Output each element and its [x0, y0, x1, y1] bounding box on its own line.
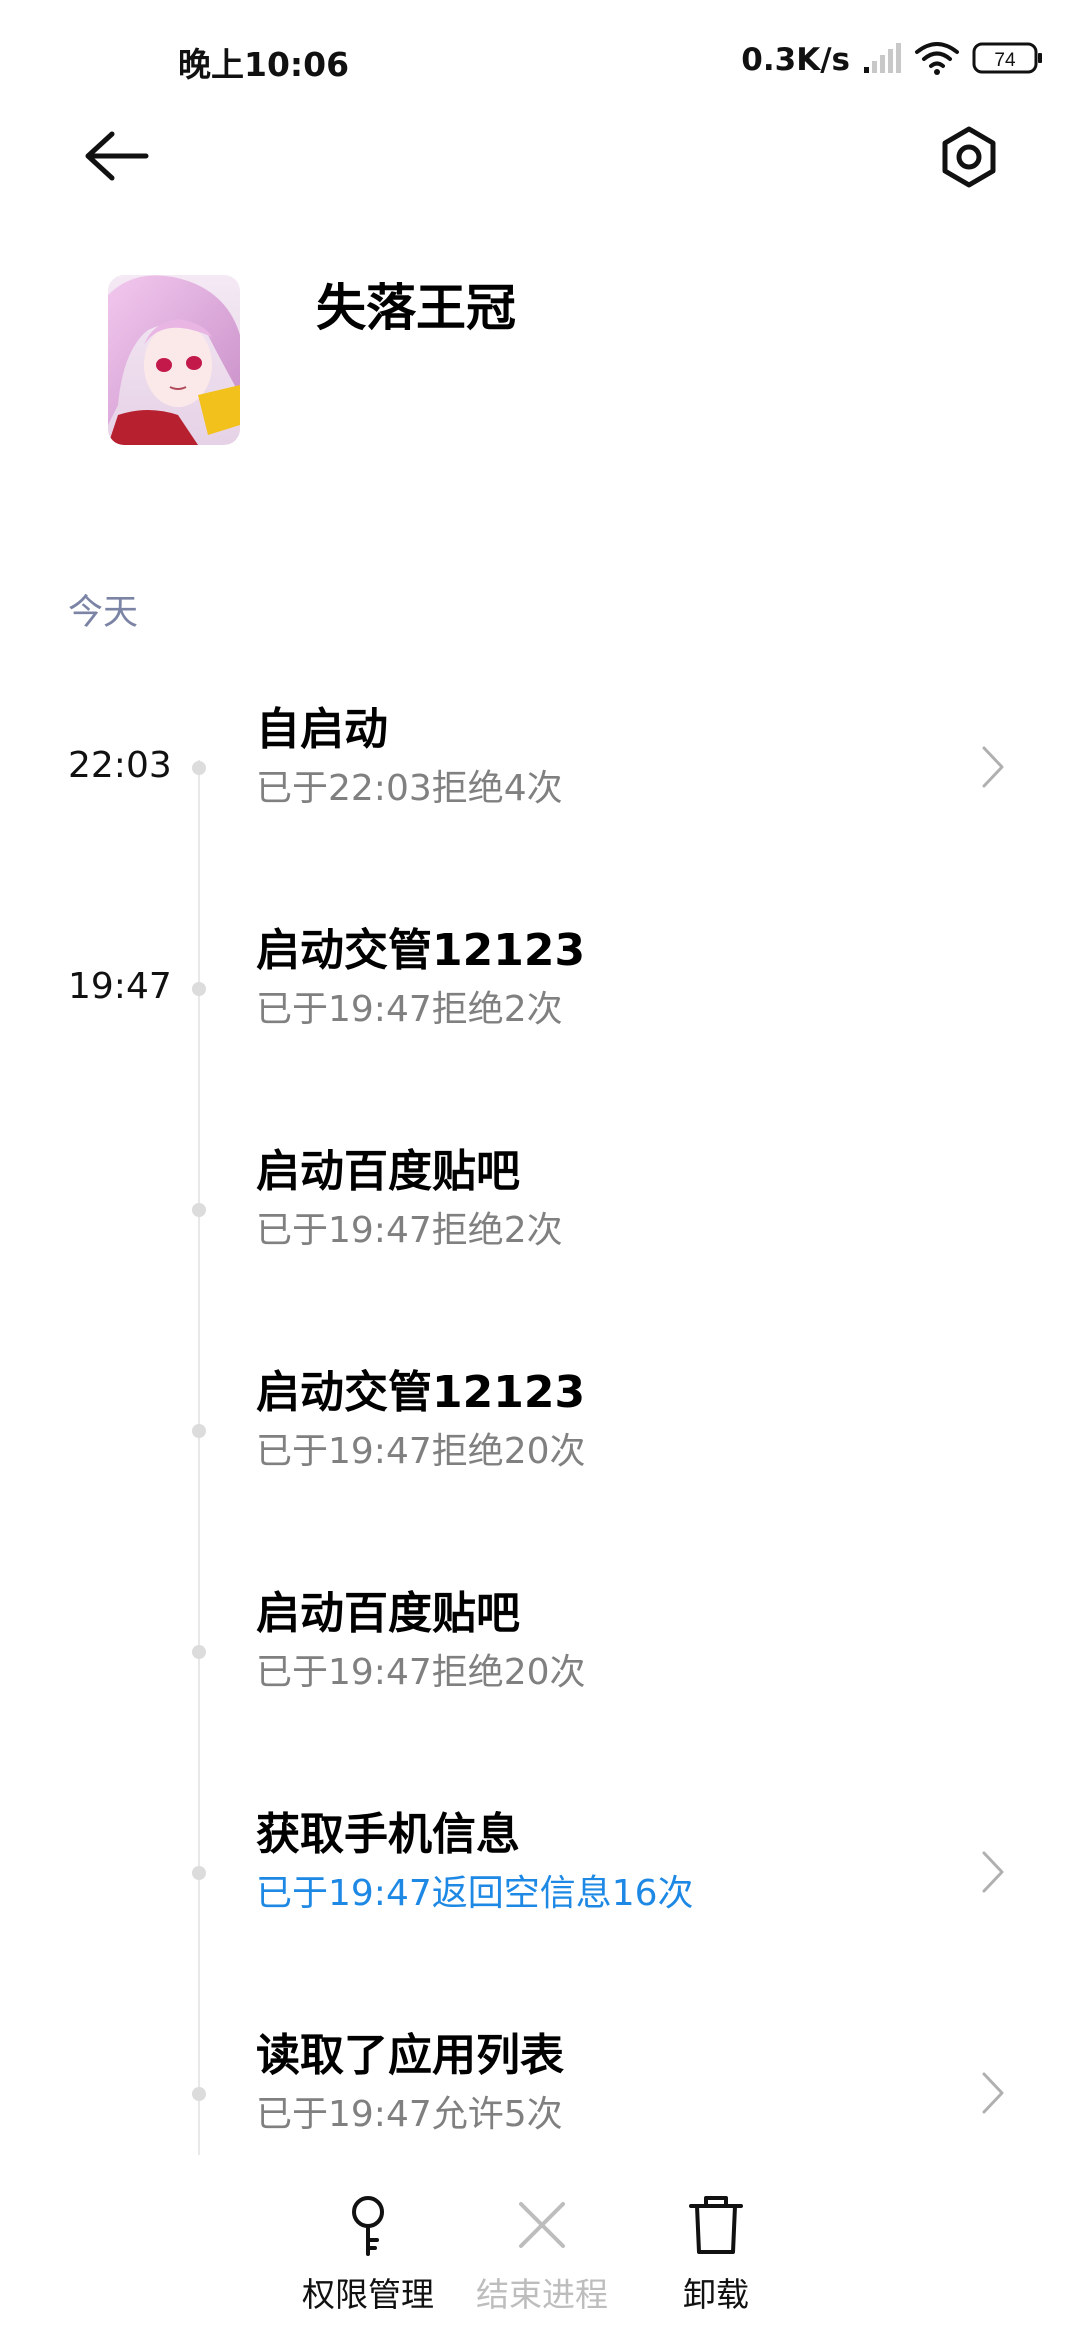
event-title: 启动交管12123 [256, 925, 586, 976]
key-icon [352, 2196, 384, 2256]
event-subtitle: 已于22:03拒绝4次 [256, 768, 563, 809]
chevron-right-icon [980, 742, 1008, 792]
event-title: 启动百度贴吧 [256, 1146, 520, 1197]
event-item: 19:47 启动交管12123 已于19:47拒绝2次 [0, 925, 1080, 1163]
event-item: 启动百度贴吧 已于19:47拒绝2次 [0, 1146, 1080, 1384]
status-bar: 晚上10:06 0.3K/s 74 [0, 0, 1080, 120]
app-name: 失落王冠 [316, 279, 516, 337]
back-arrow-icon [85, 131, 149, 181]
event-title: 自启动 [256, 704, 388, 755]
timeline-dot [192, 761, 206, 775]
back-button[interactable] [82, 126, 154, 186]
event-title: 启动交管12123 [256, 1367, 586, 1418]
event-subtitle: 已于19:47拒绝2次 [256, 1210, 563, 1251]
timeline-dot [192, 982, 206, 996]
end-process-button: 结束进程 [452, 2190, 632, 2316]
settings-button[interactable] [936, 124, 1002, 190]
timeline-dot [192, 1424, 206, 1438]
section-header-today: 今天 [68, 593, 139, 633]
trash-icon [689, 2196, 743, 2254]
timeline-dot [192, 1866, 206, 1880]
timeline-dot [192, 1645, 206, 1659]
event-title: 获取手机信息 [256, 1809, 520, 1860]
end-process-label: 结束进程 [476, 2275, 608, 2314]
event-subtitle: 已于19:47允许5次 [256, 2094, 563, 2135]
chevron-right-icon [980, 2068, 1008, 2118]
permissions-button[interactable]: 权限管理 [278, 2190, 458, 2316]
signal-icon [862, 41, 902, 79]
event-time: 22:03 [68, 745, 172, 786]
event-title: 启动百度贴吧 [256, 1588, 520, 1639]
event-title: 读取了应用列表 [256, 2030, 564, 2081]
chevron-right-icon [980, 1847, 1008, 1897]
status-time: 晚上10:06 [178, 45, 350, 84]
uninstall-button[interactable]: 卸载 [626, 2190, 806, 2316]
event-item[interactable]: 获取手机信息 已于19:47返回空信息16次 [0, 1809, 1080, 2047]
event-item: 启动百度贴吧 已于19:47拒绝20次 [0, 1588, 1080, 1826]
event-subtitle: 已于19:47返回空信息16次 [256, 1873, 694, 1914]
app-icon [108, 275, 240, 445]
battery-level: 74 [994, 50, 1016, 71]
network-speed: 0.3K/s [741, 42, 850, 78]
settings-icon [942, 126, 996, 188]
event-subtitle: 已于19:47拒绝20次 [256, 1431, 586, 1472]
uninstall-label: 卸载 [683, 2275, 749, 2314]
event-item: 启动交管12123 已于19:47拒绝20次 [0, 1367, 1080, 1605]
event-item[interactable]: 22:03 自启动 已于22:03拒绝4次 [0, 704, 1080, 942]
timeline-dot [192, 1203, 206, 1217]
timeline-dot [192, 2087, 206, 2101]
event-time: 19:47 [68, 966, 172, 1007]
bottom-action-bar: 权限管理 结束进程 卸载 [0, 2160, 1080, 2340]
battery-icon: 74 [972, 40, 1044, 80]
close-icon [519, 2202, 565, 2248]
wifi-icon [914, 40, 960, 80]
permissions-label: 权限管理 [302, 2275, 434, 2314]
event-subtitle: 已于19:47拒绝2次 [256, 989, 563, 1030]
event-subtitle: 已于19:47拒绝20次 [256, 1652, 586, 1693]
status-icons: 0.3K/s 74 [741, 38, 1044, 82]
